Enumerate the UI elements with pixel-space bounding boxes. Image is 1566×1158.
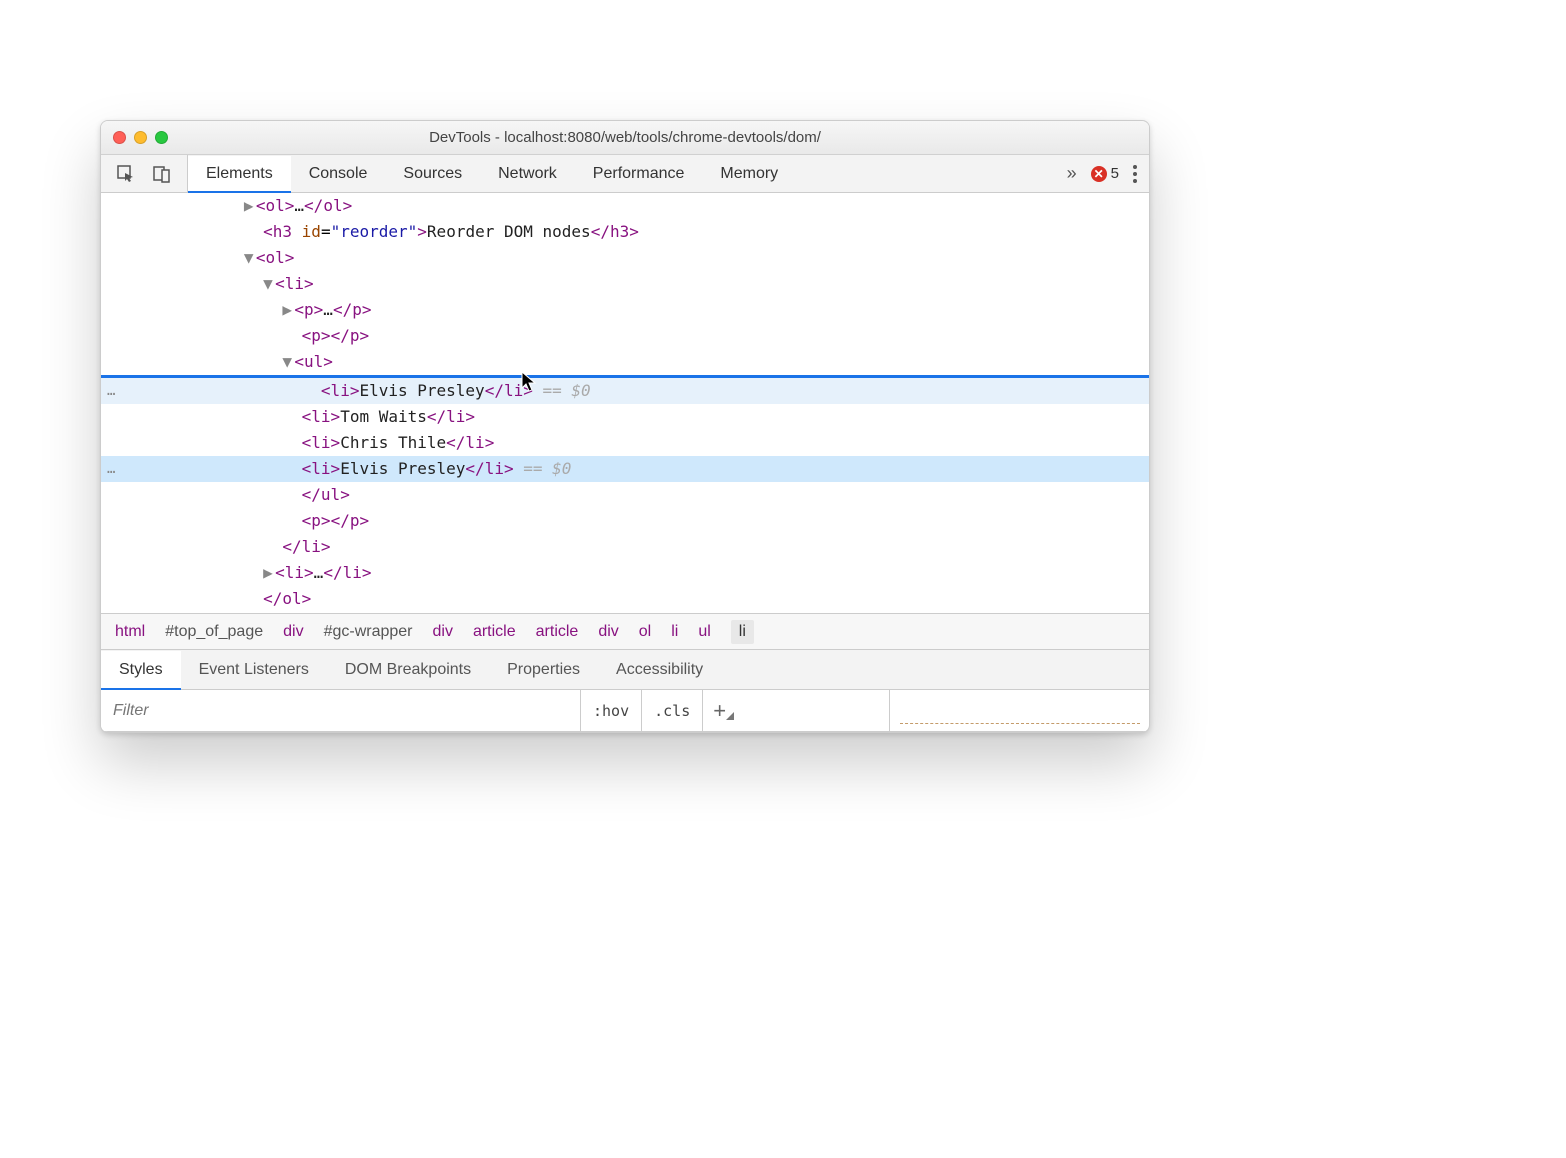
error-badge[interactable]: ✕ 5	[1091, 165, 1119, 182]
ellipsis-gutter-icon: …	[107, 378, 117, 404]
window-controls	[113, 131, 168, 144]
dom-node[interactable]: <li>Tom Waits</li>	[101, 404, 1149, 430]
cls-toggle[interactable]: .cls	[642, 690, 703, 731]
dom-node[interactable]: ▶<p>…</p>	[101, 297, 1149, 323]
expand-arrow-icon[interactable]: ▼	[282, 349, 294, 375]
dom-node[interactable]: ▼<ol>	[101, 245, 1149, 271]
expand-arrow-icon[interactable]: ▶	[244, 193, 256, 219]
styles-filter-input[interactable]	[101, 690, 581, 731]
sidebar-tabs: Styles Event Listeners DOM Breakpoints P…	[101, 650, 1149, 690]
zoom-window-button[interactable]	[155, 131, 168, 144]
tab-performance[interactable]: Performance	[575, 155, 703, 192]
tab-sources[interactable]: Sources	[385, 155, 480, 192]
inspect-element-icon[interactable]	[115, 163, 137, 185]
titlebar: DevTools - localhost:8080/web/tools/chro…	[101, 121, 1149, 155]
breadcrumb-item[interactable]: ol	[639, 623, 651, 641]
hov-toggle[interactable]: :hov	[581, 690, 642, 731]
breadcrumb-item[interactable]: html	[115, 623, 145, 641]
breadcrumb-item[interactable]: li	[671, 623, 678, 641]
dom-node[interactable]: </li>	[101, 534, 1149, 560]
dom-node[interactable]: ▶<li>…</li>	[101, 560, 1149, 586]
breadcrumb: html #top_of_page div #gc-wrapper div article…	[101, 613, 1149, 649]
error-icon: ✕	[1091, 166, 1107, 182]
settings-menu-icon[interactable]	[1133, 165, 1137, 183]
dom-tree[interactable]: ▶<ol>…</ol> <h3 id="reorder">Reorder DOM…	[101, 193, 1149, 613]
dom-node[interactable]: </ol>	[101, 586, 1149, 612]
minimize-window-button[interactable]	[134, 131, 147, 144]
tab-memory[interactable]: Memory	[702, 155, 796, 192]
expand-arrow-icon[interactable]: ▶	[282, 297, 294, 323]
dom-node[interactable]: ▼<ul>	[101, 349, 1149, 375]
breadcrumb-item[interactable]: #top_of_page	[165, 623, 263, 641]
subtab-accessibility[interactable]: Accessibility	[598, 650, 721, 689]
breadcrumb-item[interactable]: ul	[698, 623, 710, 641]
subtab-properties[interactable]: Properties	[489, 650, 598, 689]
breadcrumb-item[interactable]: div	[598, 623, 618, 641]
breadcrumb-item[interactable]: li	[731, 620, 754, 644]
expand-arrow-icon[interactable]: ▼	[244, 245, 256, 271]
tab-network[interactable]: Network	[480, 155, 575, 192]
devtools-window: DevTools - localhost:8080/web/tools/chro…	[100, 120, 1150, 733]
window-title: DevTools - localhost:8080/web/tools/chro…	[101, 129, 1149, 146]
dom-node[interactable]: <h3 id="reorder">Reorder DOM nodes</h3>	[101, 219, 1149, 245]
box-model-margin-edge	[900, 723, 1140, 729]
subtab-event-listeners[interactable]: Event Listeners	[181, 650, 327, 689]
more-tabs-icon[interactable]: »	[1067, 163, 1077, 184]
device-toolbar-icon[interactable]	[151, 163, 173, 185]
expand-arrow-icon[interactable]: ▶	[263, 560, 275, 586]
expand-arrow-icon[interactable]: ▼	[263, 271, 275, 297]
dom-node[interactable]: <p></p>	[101, 323, 1149, 349]
dom-node[interactable]: ▼<li>	[101, 271, 1149, 297]
new-style-rule-button[interactable]: +	[703, 698, 736, 724]
breadcrumb-item[interactable]: #gc-wrapper	[324, 623, 413, 641]
breadcrumb-item[interactable]: article	[536, 623, 579, 641]
box-model-preview	[889, 690, 1149, 731]
toolbar-right: » ✕ 5	[1055, 155, 1149, 192]
ellipsis-gutter-icon: …	[107, 456, 117, 482]
error-count: 5	[1111, 165, 1119, 182]
styles-panel: Styles Event Listeners DOM Breakpoints P…	[101, 649, 1149, 732]
main-toolbar: Elements Console Sources Network Perform…	[101, 155, 1149, 193]
dom-node[interactable]: <li>Chris Thile</li>	[101, 430, 1149, 456]
dom-node[interactable]: <p></p>	[101, 508, 1149, 534]
dom-node[interactable]: ▶<ol>…</ol>	[101, 193, 1149, 219]
panel-tabs: Elements Console Sources Network Perform…	[188, 155, 796, 192]
subtab-dom-breakpoints[interactable]: DOM Breakpoints	[327, 650, 489, 689]
breadcrumb-item[interactable]: div	[433, 623, 453, 641]
breadcrumb-item[interactable]: article	[473, 623, 516, 641]
tab-console[interactable]: Console	[291, 155, 386, 192]
dom-node[interactable]: … <li>Elvis Presley</li> == $0	[101, 378, 1149, 404]
dom-node[interactable]: </ul>	[101, 482, 1149, 508]
breadcrumb-item[interactable]: div	[283, 623, 303, 641]
tab-elements[interactable]: Elements	[188, 156, 291, 193]
close-window-button[interactable]	[113, 131, 126, 144]
subtab-styles[interactable]: Styles	[101, 651, 181, 690]
styles-filter-bar: :hov .cls +	[101, 690, 1149, 732]
style-toggles: :hov .cls +	[581, 690, 736, 731]
dom-node[interactable]: … <li>Elvis Presley</li> == $0	[101, 456, 1149, 482]
toolbar-left	[101, 155, 188, 192]
